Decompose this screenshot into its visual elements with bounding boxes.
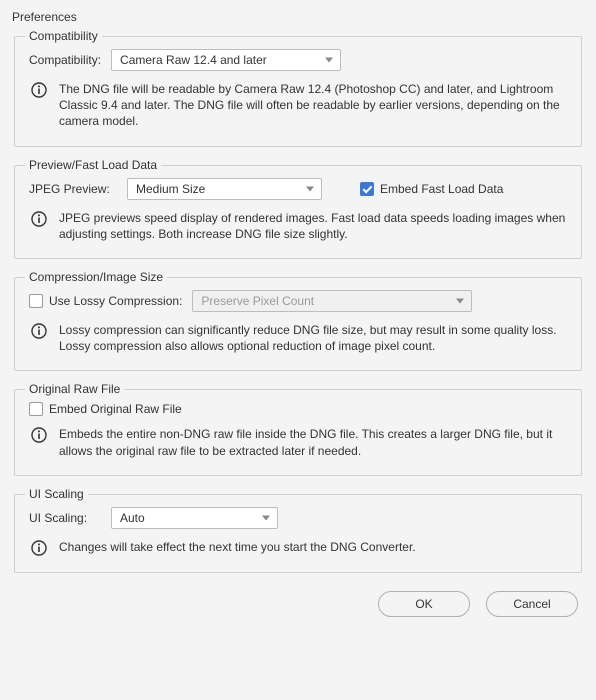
info-icon [31,427,47,443]
original-group: Original Raw File Embed Original Raw Fil… [14,389,582,475]
compression-select[interactable]: Preserve Pixel Count [192,290,472,312]
compression-group-title: Compression/Image Size [25,270,167,284]
compatibility-label: Compatibility: [29,53,101,67]
ui-scaling-info: Changes will take effect the next time y… [59,539,416,555]
jpeg-preview-select[interactable]: Medium Size [127,178,322,200]
ok-button[interactable]: OK [378,591,470,617]
ui-scaling-label: UI Scaling: [29,511,101,525]
info-icon [31,211,47,227]
compression-info: Lossy compression can significantly redu… [59,322,567,354]
jpeg-preview-label: JPEG Preview: [29,182,117,196]
original-group-title: Original Raw File [25,382,124,396]
info-icon [31,82,47,98]
ui-scaling-group: UI Scaling UI Scaling: Auto Changes will… [14,494,582,573]
embed-fast-load-checkbox[interactable] [360,182,374,196]
compatibility-info: The DNG file will be readable by Camera … [59,81,567,130]
ui-scaling-select[interactable]: Auto [111,507,278,529]
compatibility-group-title: Compatibility [25,29,102,43]
info-icon [31,323,47,339]
preview-info: JPEG previews speed display of rendered … [59,210,567,242]
compatibility-select[interactable]: Camera Raw 12.4 and later [111,49,341,71]
original-info: Embeds the entire non-DNG raw file insid… [59,426,567,458]
lossy-compression-checkbox[interactable] [29,294,43,308]
ui-scaling-group-title: UI Scaling [25,487,88,501]
embed-original-label: Embed Original Raw File [49,402,182,416]
embed-fast-load-label: Embed Fast Load Data [380,182,503,196]
compression-group: Compression/Image Size Use Lossy Compres… [14,277,582,371]
preview-group: Preview/Fast Load Data JPEG Preview: Med… [14,165,582,259]
preview-group-title: Preview/Fast Load Data [25,158,161,172]
cancel-button[interactable]: Cancel [486,591,578,617]
info-icon [31,540,47,556]
embed-original-checkbox[interactable] [29,402,43,416]
dialog-title: Preferences [12,10,584,24]
compatibility-group: Compatibility Compatibility: Camera Raw … [14,36,582,147]
lossy-compression-label: Use Lossy Compression: [49,294,182,308]
